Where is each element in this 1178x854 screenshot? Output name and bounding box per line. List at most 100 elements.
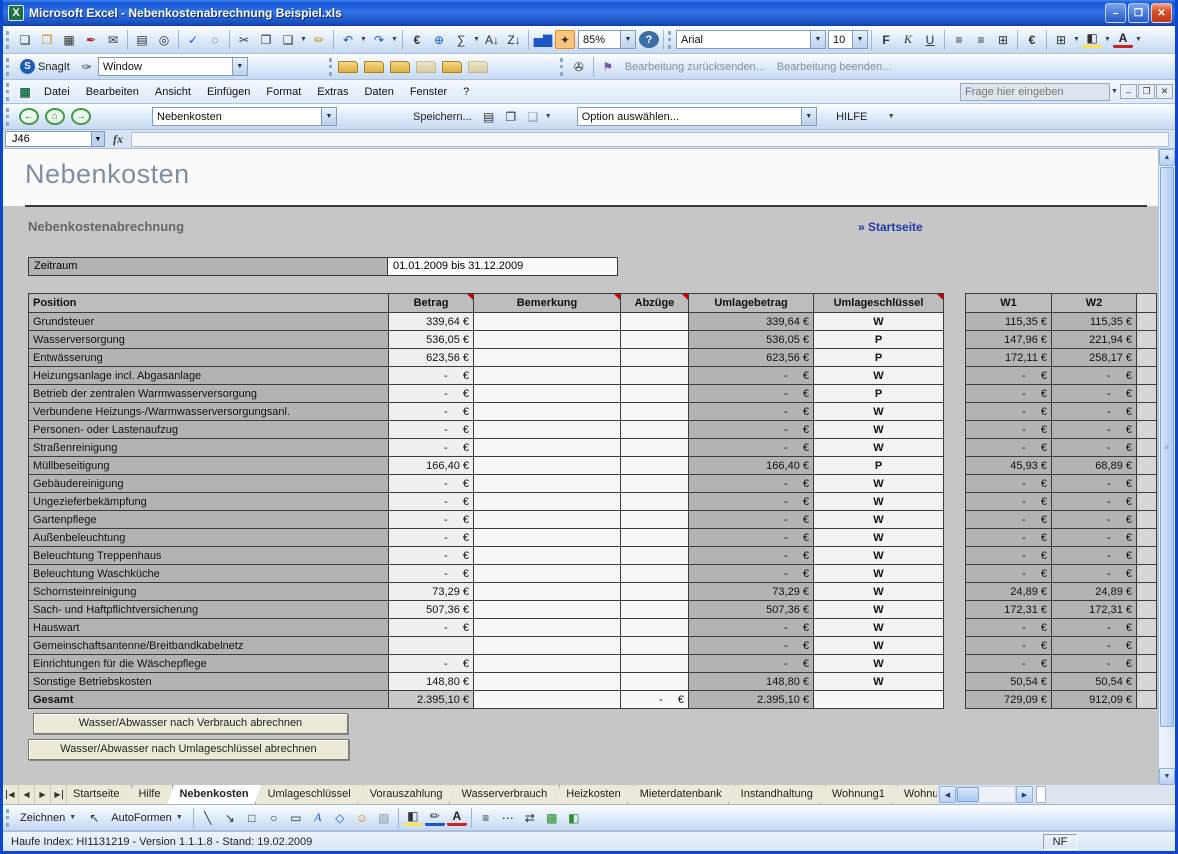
folder-3-icon[interactable] (389, 60, 410, 73)
hyperlink-icon[interactable]: ⊕ (429, 30, 449, 49)
cell-betrag[interactable] (388, 636, 474, 655)
sheet-tab-vorauszahlung[interactable]: Vorauszahlung (357, 785, 456, 804)
cell-w1[interactable]: - € (965, 510, 1052, 529)
cell-umb[interactable]: - € (688, 618, 814, 637)
cell-umb[interactable]: - € (688, 384, 814, 403)
cell-w1[interactable]: 172,11 € (965, 348, 1052, 367)
cell-bem[interactable] (473, 438, 621, 457)
cell-abz[interactable] (620, 654, 689, 673)
workbook-minimize-button[interactable]: – (1120, 84, 1137, 99)
cell-extra[interactable] (1136, 672, 1157, 691)
cell-w1[interactable]: - € (965, 636, 1052, 655)
col-header-w1[interactable]: W1 (965, 293, 1052, 313)
cell-w1[interactable]: - € (965, 618, 1052, 637)
cell-abz[interactable] (620, 420, 689, 439)
sheet-tab-hilfe[interactable]: Hilfe (125, 785, 173, 804)
cell-betrag[interactable]: - € (388, 420, 474, 439)
bold-icon[interactable]: F (876, 30, 896, 49)
vertical-scrollbar[interactable]: ▲ ≡ ▼ (1158, 149, 1175, 785)
cell-umb[interactable]: 166,40 € (688, 456, 814, 475)
fill-color-icon[interactable]: ◧ (402, 809, 423, 826)
align-center-icon[interactable]: ≡ (971, 30, 991, 49)
toolbar-grip[interactable] (668, 30, 673, 49)
cell-abz[interactable] (620, 618, 689, 637)
cell-umb[interactable]: - € (688, 510, 814, 529)
cell-w1[interactable]: - € (965, 474, 1052, 493)
cell-bem[interactable] (473, 492, 621, 511)
arrow-icon[interactable]: ↘ (220, 808, 240, 827)
name-box[interactable]: J46 ▼ (5, 131, 105, 147)
cell-w2[interactable]: - € (1051, 636, 1137, 655)
sheet-tab-wohnung1[interactable]: Wohnung1 (819, 785, 898, 804)
sheet-navigation-select[interactable]: Nebenkosten ▼ (152, 107, 337, 126)
cell-abz[interactable] (620, 456, 689, 475)
cell-uml[interactable]: W (813, 546, 944, 565)
cell-w2[interactable]: 221,94 € (1051, 330, 1137, 349)
cell-pos[interactable]: Wasserversorgung (28, 330, 389, 349)
cell-bem[interactable] (473, 348, 621, 367)
chevron-down-icon[interactable]: ▼ (1110, 82, 1119, 101)
menu-ansicht[interactable]: Ansicht (147, 83, 199, 101)
line-icon[interactable]: ╲ (198, 808, 218, 827)
zeitraum-value[interactable]: 01.01.2009 bis 31.12.2009 (388, 257, 618, 276)
cell-extra[interactable] (1136, 366, 1157, 385)
help-icon[interactable]: ? (639, 31, 659, 48)
cell-abz[interactable] (620, 600, 689, 619)
insert-function-icon[interactable]: fx (105, 132, 131, 147)
nav-forward-icon[interactable]: → (71, 108, 91, 125)
cell-pos[interactable]: Personen- oder Lastenaufzug (28, 420, 389, 439)
cell-uml[interactable]: W (813, 510, 944, 529)
cell-umb[interactable]: - € (688, 492, 814, 511)
cell-umb[interactable]: 73,29 € (688, 582, 814, 601)
cell-abz[interactable] (620, 636, 689, 655)
toolbar-grip[interactable] (6, 82, 11, 101)
cell-uml[interactable]: W (813, 582, 944, 601)
col-header-betrag[interactable]: Betrag (388, 293, 474, 313)
review-flag-icon[interactable]: ⚑ (598, 57, 618, 76)
cell-betrag[interactable]: - € (388, 402, 474, 421)
nav-print-icon[interactable]: ▤ (479, 107, 499, 126)
tab-split-handle[interactable] (1036, 786, 1046, 803)
cell-extra[interactable] (1136, 564, 1157, 583)
zeichnen-button[interactable]: Zeichnen ▼ (14, 806, 83, 829)
toolbar-grip[interactable] (559, 57, 565, 76)
cell-uml[interactable]: W (813, 600, 944, 619)
cell-pos[interactable]: Schornsteinreinigung (28, 582, 389, 601)
toolbar-grip[interactable] (6, 57, 11, 76)
attachment-icon[interactable]: ✇ (569, 57, 589, 76)
startseite-link[interactable]: » Startseite (858, 220, 923, 234)
fill-color-dropdown[interactable]: ▼ (1103, 30, 1112, 49)
cell-bem[interactable] (473, 420, 621, 439)
cell-w1[interactable]: - € (965, 528, 1052, 547)
dash-style-icon[interactable]: ⋯ (498, 808, 518, 827)
format-painter-icon[interactable]: ✏ (309, 30, 329, 49)
cell-w2[interactable]: - € (1051, 654, 1137, 673)
minimize-button[interactable]: – (1105, 3, 1126, 23)
picture-icon[interactable]: ▨ (374, 808, 394, 827)
cell-umb[interactable]: - € (688, 528, 814, 547)
autoformen-button[interactable]: AutoFormen ▼ (105, 806, 190, 829)
chart-wizard-icon[interactable]: ▅▇ (533, 30, 553, 49)
line-color-icon[interactable]: ✏ (424, 809, 445, 826)
cell-betrag[interactable]: 2.395,10 € (388, 690, 474, 709)
cell-extra[interactable] (1136, 618, 1157, 637)
diagram-icon[interactable]: ◇ (330, 808, 350, 827)
cell-bem[interactable] (473, 564, 621, 583)
cell-pos[interactable]: Heizungsanlage incl. Abgasanlage (28, 366, 389, 385)
cell-umb[interactable]: - € (688, 420, 814, 439)
sheet-tab-wasserverbrauch[interactable]: Wasserverbrauch (449, 785, 561, 804)
cell-extra[interactable] (1136, 456, 1157, 475)
cell-abz[interactable] (620, 528, 689, 547)
font-color-icon[interactable]: A (1113, 31, 1133, 48)
cell-betrag[interactable]: - € (388, 492, 474, 511)
sheet-tab-mieterdatenbank[interactable]: Mieterdatenbank (627, 785, 735, 804)
textbox-icon[interactable]: ▭ (286, 808, 306, 827)
cell-betrag[interactable]: 507,36 € (388, 600, 474, 619)
euro-convert-icon[interactable]: € (407, 30, 427, 49)
cell-extra[interactable] (1136, 528, 1157, 547)
cell-abz[interactable] (620, 348, 689, 367)
cell-w2[interactable]: 24,89 € (1051, 582, 1137, 601)
cell-pos[interactable]: Hauswart (28, 618, 389, 637)
snagit-capture-icon[interactable]: ✑ (77, 57, 97, 76)
cell-uml[interactable]: W (813, 492, 944, 511)
